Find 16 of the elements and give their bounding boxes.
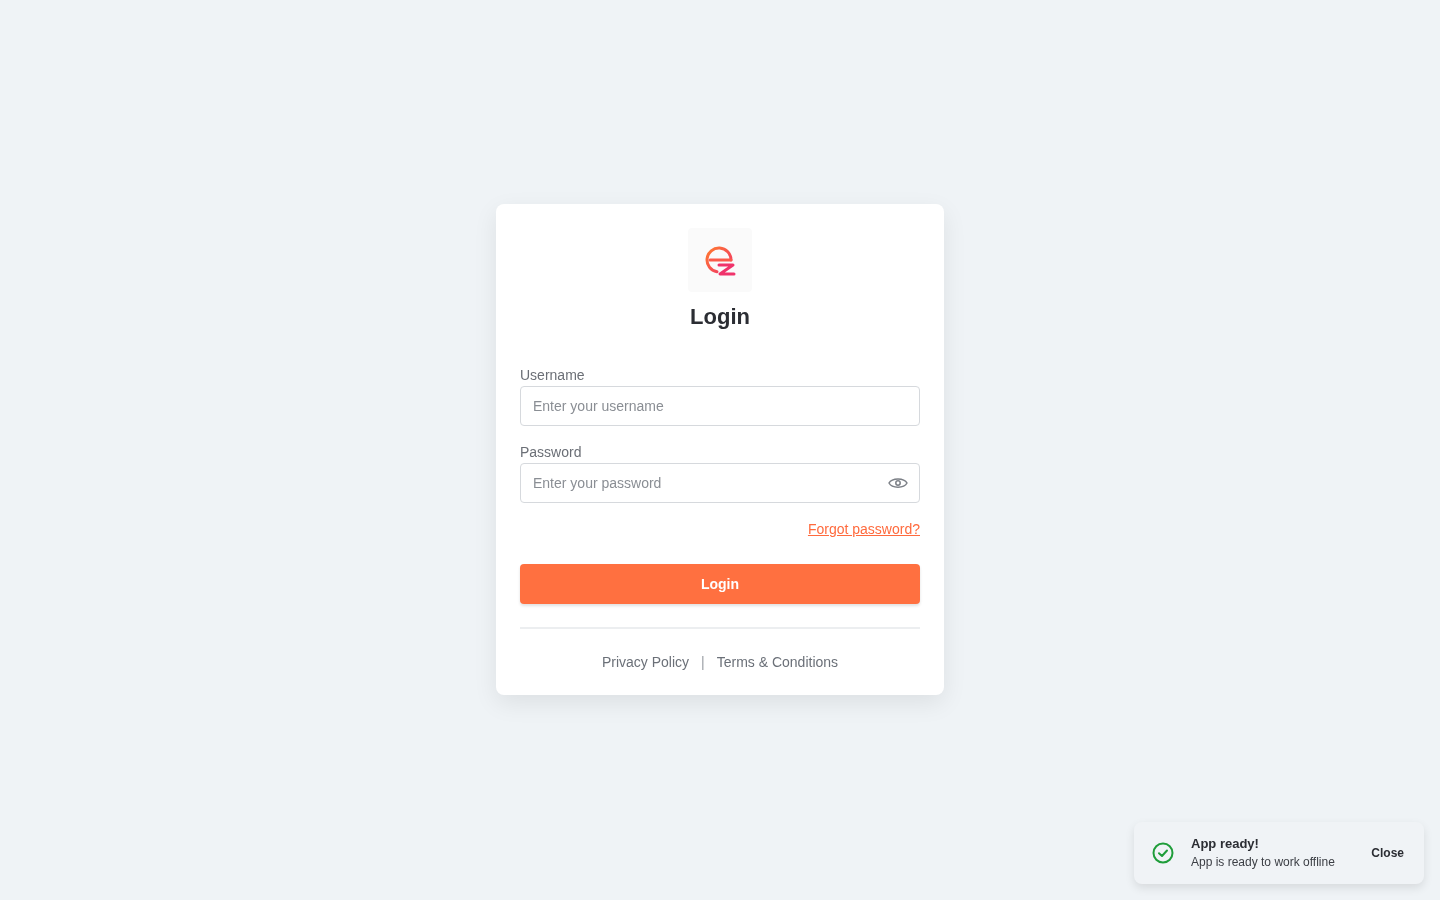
close-button[interactable]: Close bbox=[1371, 844, 1404, 862]
field-label: Username bbox=[520, 366, 586, 385]
password-field[interactable]: Enter your password bbox=[520, 463, 920, 503]
field-label: Password bbox=[520, 443, 583, 462]
separator: | bbox=[701, 653, 705, 672]
check-circle-icon bbox=[1152, 842, 1174, 864]
forgot-password-link[interactable]: Forgot password? bbox=[807, 519, 920, 539]
toast-message: App is ready to work offline bbox=[1191, 854, 1335, 870]
username-field[interactable]: Enter your username bbox=[520, 386, 920, 426]
toast-title: App ready! bbox=[1191, 836, 1259, 852]
eye-icon[interactable] bbox=[888, 476, 908, 490]
footer-link[interactable]: Terms & Conditions bbox=[716, 652, 839, 672]
logo-icon bbox=[688, 228, 752, 292]
login-button[interactable]: Login bbox=[520, 564, 920, 604]
login-title: Login bbox=[689, 303, 751, 331]
footer-link[interactable]: Privacy Policy bbox=[601, 652, 690, 672]
